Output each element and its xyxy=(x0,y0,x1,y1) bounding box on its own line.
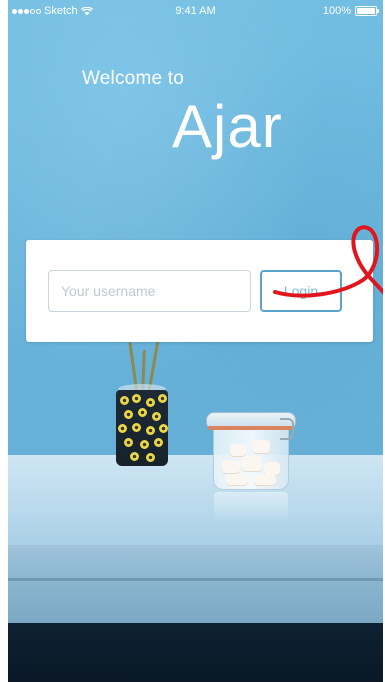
background-table-shadow xyxy=(8,578,383,581)
background-floor xyxy=(8,623,383,682)
status-right: 100% xyxy=(322,5,379,17)
welcome-greeting: Welcome to xyxy=(82,68,184,89)
background-wall xyxy=(8,0,383,470)
battery-percent: 100% xyxy=(322,5,351,17)
login-card: Login xyxy=(26,240,373,342)
battery-level xyxy=(357,8,375,14)
phone-screen: Sketch 9:41 AM 100% Welcome to Ajar Logi… xyxy=(8,0,383,682)
app-title: Ajar xyxy=(172,93,283,160)
username-input[interactable] xyxy=(48,270,251,312)
login-button[interactable]: Login xyxy=(260,270,342,312)
status-bar: Sketch 9:41 AM 100% xyxy=(8,0,383,22)
background-table-top xyxy=(8,455,383,545)
background-table-edge xyxy=(8,545,383,623)
battery-icon xyxy=(355,6,379,16)
